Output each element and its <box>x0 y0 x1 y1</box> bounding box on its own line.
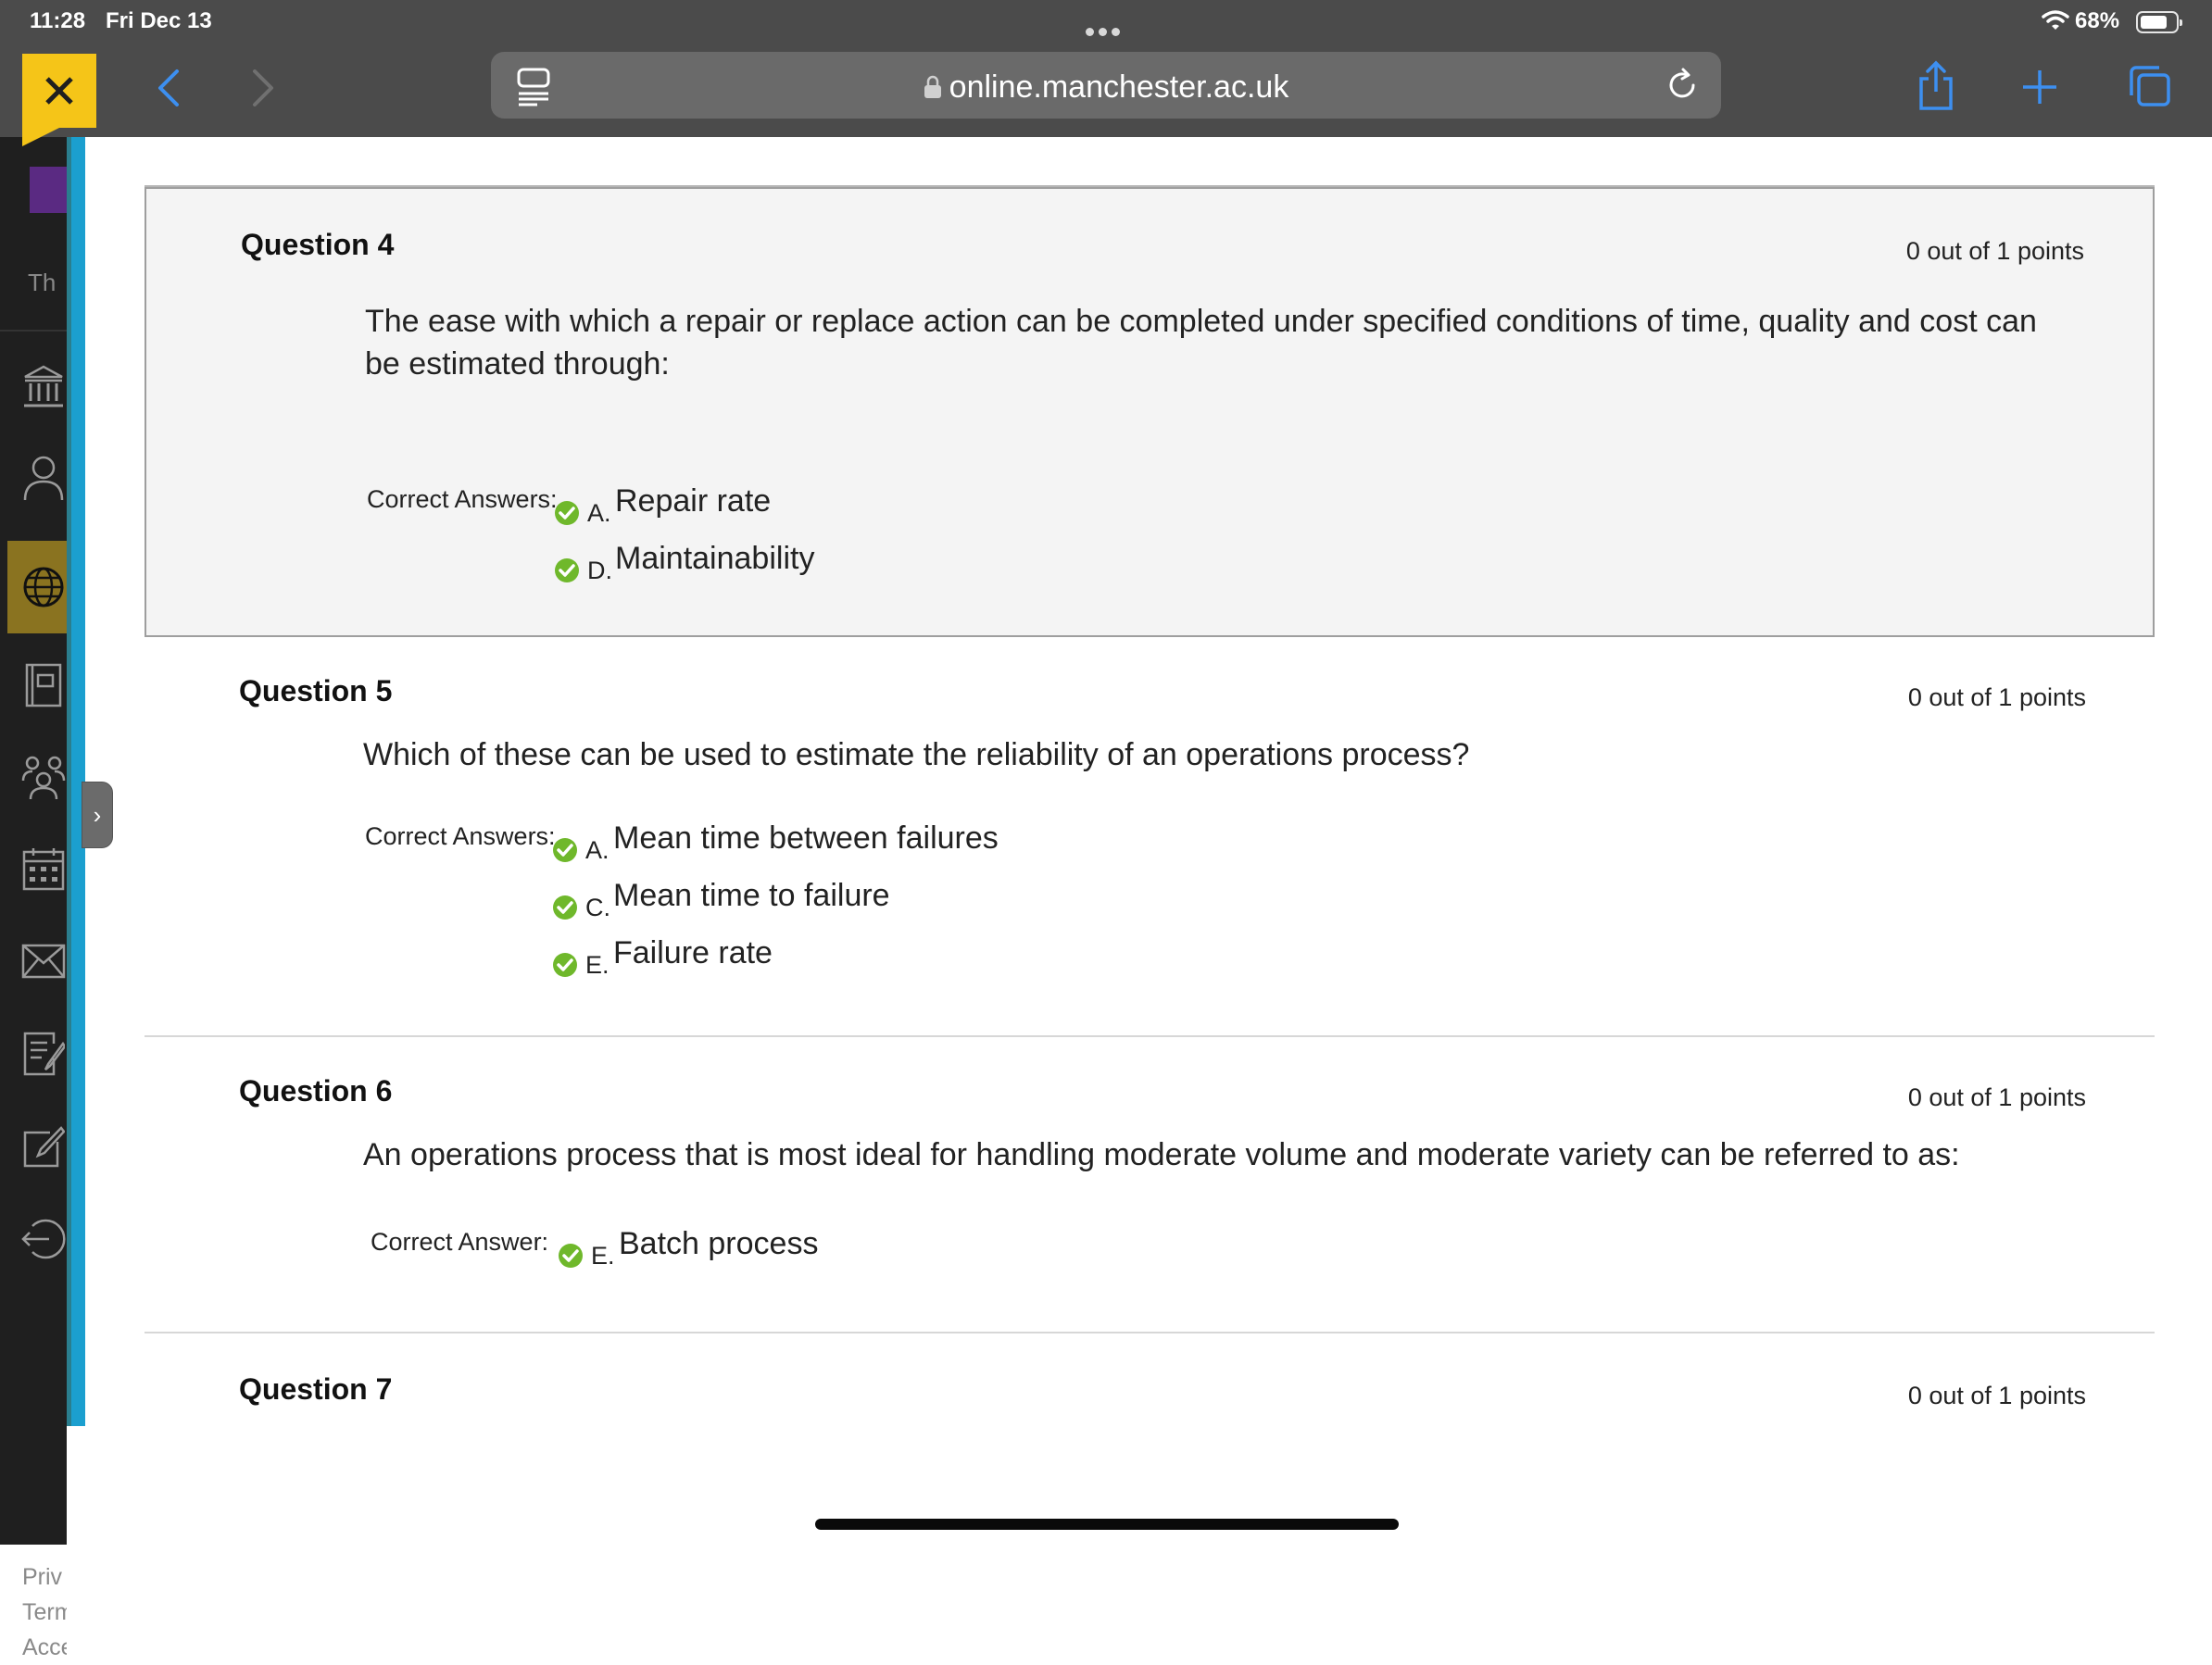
answer-text: Mean time to failure <box>613 878 890 913</box>
left-navigation: Th Priv Term Acce <box>0 137 67 1660</box>
status-bar: 11:28 Fri Dec 13 68% <box>0 0 2212 44</box>
check-icon <box>559 1244 583 1268</box>
answer-text: Failure rate <box>613 935 773 970</box>
nav-divider <box>0 330 67 332</box>
url-text[interactable]: online.manchester.ac.uk <box>949 69 1289 105</box>
courses-icon[interactable] <box>20 659 67 711</box>
messages-icon[interactable] <box>20 935 67 987</box>
sign-out-icon[interactable] <box>20 1213 67 1265</box>
battery-percentage: 68% <box>2075 8 2120 33</box>
check-icon <box>555 558 579 582</box>
footer-link-terms[interactable]: Term <box>22 1595 67 1630</box>
question-title: Question 4 <box>241 228 395 261</box>
share-icon[interactable] <box>1912 59 1960 113</box>
answer-text: Batch process <box>619 1226 819 1261</box>
footer-links: Priv Term Acce <box>22 1559 67 1665</box>
globe-icon[interactable] <box>20 561 67 613</box>
question-points: 0 out of 1 points <box>1905 237 2084 265</box>
answer-letter: C. <box>585 894 610 921</box>
lock-icon <box>924 75 941 98</box>
footer-link-accessibility[interactable]: Acce <box>22 1630 67 1665</box>
question-title: Question 6 <box>239 1074 393 1108</box>
correct-answers-label: Correct Answers: <box>365 822 556 850</box>
question-points: 0 out of 1 points <box>1907 683 2086 711</box>
logo-text: Th <box>28 269 57 296</box>
question-card: Question 6 0 out of 1 points An operatio… <box>145 1037 2155 1333</box>
address-bar[interactable]: online.manchester.ac.uk <box>491 52 1721 119</box>
browser-toolbar: online.manchester.ac.uk <box>0 44 2212 137</box>
question-card: Question 4 0 out of 1 points The ease wi… <box>145 187 2155 637</box>
calendar-icon[interactable] <box>20 843 67 895</box>
home-indicator[interactable] <box>815 1519 1399 1530</box>
grades-icon[interactable] <box>20 1028 67 1080</box>
answer-letter: D. <box>587 557 612 584</box>
expand-panel-button[interactable]: › <box>82 782 113 848</box>
content-top-band <box>145 137 2155 187</box>
question-text: Which of these can be used to estimate t… <box>363 737 1470 772</box>
close-icon[interactable] <box>22 54 96 128</box>
status-time: 11:28 <box>30 8 86 33</box>
status-date: Fri Dec 13 <box>106 8 212 33</box>
forward-icon[interactable] <box>243 65 283 111</box>
answer-letter: E. <box>591 1242 615 1270</box>
back-icon[interactable] <box>148 65 189 111</box>
correct-answers-label: Correct Answers: <box>367 485 558 513</box>
check-icon <box>555 501 579 525</box>
question-text: The ease with which a repair or replace … <box>365 304 2037 382</box>
footer-link-privacy[interactable]: Priv <box>22 1559 67 1595</box>
answer-text: Repair rate <box>615 483 772 519</box>
question-points: 0 out of 1 points <box>1907 1083 2086 1111</box>
question-title: Question 5 <box>239 674 393 707</box>
answer-letter: A. <box>587 499 611 527</box>
question-card: Question 7 0 out of 1 points <box>145 1333 2155 1426</box>
answer-letter: E. <box>585 951 610 979</box>
answer-letter: A. <box>585 836 610 864</box>
check-icon <box>553 953 577 977</box>
multitasking-dots-icon[interactable] <box>1086 17 1126 36</box>
answer-text: Maintainability <box>615 541 815 576</box>
profile-icon[interactable] <box>20 452 67 504</box>
tabs-icon[interactable] <box>2127 63 2173 109</box>
check-icon <box>553 838 577 862</box>
correct-answer-label: Correct Answer: <box>371 1228 549 1256</box>
plus-icon[interactable] <box>2019 61 2060 113</box>
edit-icon[interactable] <box>20 1120 67 1172</box>
question-title: Question 7 <box>239 1372 393 1406</box>
reload-icon[interactable] <box>1664 67 1701 104</box>
wifi-icon <box>2042 10 2069 30</box>
institution-icon[interactable] <box>20 361 67 413</box>
answer-text: Mean time between failures <box>613 820 999 856</box>
question-text: An operations process that is most ideal… <box>363 1137 1960 1172</box>
battery-icon <box>2136 11 2182 33</box>
check-icon <box>553 895 577 920</box>
groups-icon[interactable] <box>20 752 67 804</box>
institution-logo <box>30 167 67 213</box>
question-points: 0 out of 1 points <box>1907 1382 2086 1409</box>
content-area: Question 4 0 out of 1 points The ease wi… <box>85 137 2212 1426</box>
question-card: Question 5 0 out of 1 points Which of th… <box>145 637 2155 1037</box>
